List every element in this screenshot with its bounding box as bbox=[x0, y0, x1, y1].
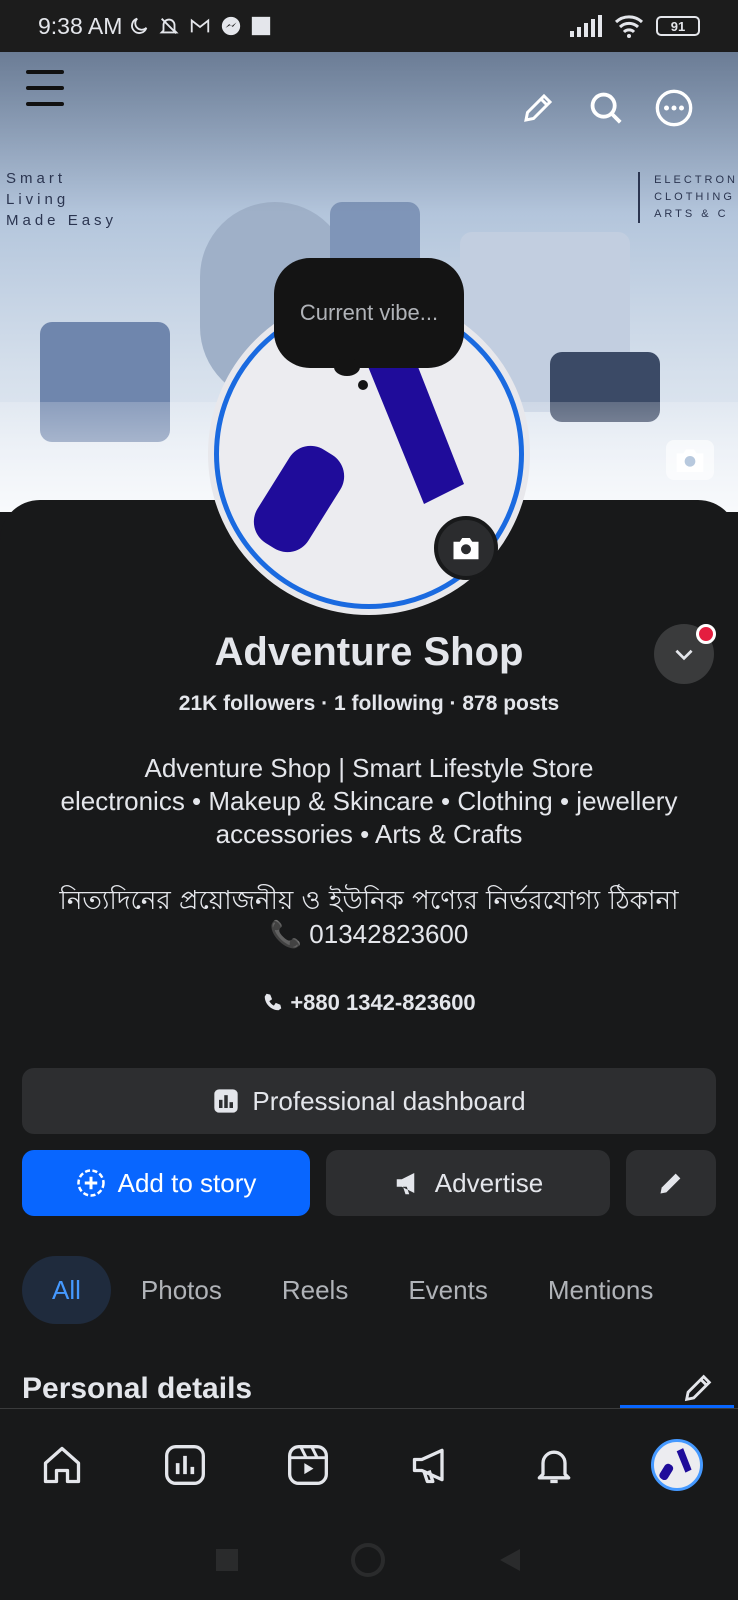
profile-stats: 21K followers · 1 following · 878 posts bbox=[178, 692, 560, 715]
reels-icon bbox=[287, 1444, 328, 1485]
avatar-camera-icon[interactable] bbox=[434, 516, 498, 580]
system-navigation bbox=[0, 1520, 738, 1600]
bio-line: নিত্যদিনের প্রয়োজনীয় ও ইউনিক পণ্যের নি… bbox=[59, 886, 679, 916]
cover-category-text: ELECTRON CLOTHING ARTS & C bbox=[638, 172, 738, 223]
tab-photos[interactable]: Photos bbox=[111, 1256, 252, 1324]
battery-indicator: 91 bbox=[656, 16, 700, 36]
notification-icons bbox=[128, 15, 272, 37]
cover-tagline: Smart Living Made Easy bbox=[6, 170, 118, 229]
bio: Adventure Shop | Smart Lifestyle Store e… bbox=[20, 752, 718, 951]
following-count[interactable]: 1 following bbox=[334, 692, 444, 715]
mute-bell-icon bbox=[159, 18, 179, 34]
pencil-icon bbox=[660, 1173, 681, 1194]
page-name: Adventure Shop bbox=[214, 630, 524, 674]
status-bar: 9:38 AM 91 bbox=[0, 0, 738, 52]
note-bubble[interactable]: Current vibe... bbox=[274, 258, 464, 368]
profile-avatar-icon bbox=[650, 1438, 703, 1491]
back-icon[interactable] bbox=[498, 1547, 522, 1573]
nav-profile[interactable] bbox=[637, 1425, 717, 1505]
add-story-label: Add to story bbox=[117, 1167, 257, 1198]
nav-dashboard[interactable] bbox=[145, 1425, 225, 1505]
tab-all[interactable]: All bbox=[22, 1256, 111, 1324]
dashboard-icon bbox=[214, 1089, 239, 1113]
more-icon[interactable] bbox=[654, 88, 694, 128]
megaphone-icon bbox=[396, 1173, 415, 1195]
tab-mentions[interactable]: Mentions bbox=[518, 1256, 684, 1324]
professional-dashboard-button[interactable]: Professional dashboard bbox=[22, 1068, 716, 1134]
content-tabs: All Photos Reels Events Mentions bbox=[22, 1256, 683, 1324]
nav-notifications[interactable] bbox=[514, 1425, 594, 1505]
edit-icon[interactable] bbox=[518, 88, 558, 128]
posts-count: 878 posts bbox=[462, 692, 560, 715]
bio-line: 📞 01342823600 bbox=[269, 919, 469, 949]
home-button-icon[interactable] bbox=[350, 1543, 385, 1577]
dashboard-label: Professional dashboard bbox=[252, 1085, 526, 1116]
search-icon[interactable] bbox=[586, 88, 626, 128]
edit-profile-button[interactable] bbox=[626, 1150, 716, 1216]
nav-reels[interactable] bbox=[268, 1425, 348, 1505]
tab-reels[interactable]: Reels bbox=[252, 1256, 378, 1324]
advertise-button[interactable]: Advertise bbox=[326, 1150, 610, 1216]
bio-line: electronics • Makeup & Skincare • Clothi… bbox=[60, 786, 678, 849]
image-icon bbox=[252, 16, 271, 36]
messenger-icon bbox=[222, 16, 241, 36]
menu-icon[interactable] bbox=[26, 70, 64, 106]
edit-details-icon[interactable] bbox=[678, 1368, 718, 1408]
add-to-story-button[interactable]: Add to story bbox=[22, 1150, 310, 1216]
advertise-label: Advertise bbox=[434, 1167, 544, 1198]
add-story-icon bbox=[76, 1169, 105, 1197]
home-icon bbox=[43, 1446, 80, 1483]
tab-events[interactable]: Events bbox=[378, 1256, 518, 1324]
system-status: 91 bbox=[570, 14, 700, 38]
notification-dot bbox=[696, 624, 716, 644]
gmail-icon bbox=[191, 18, 210, 33]
contact-phone[interactable]: +880 1342-823600 bbox=[0, 990, 738, 1016]
signal-icon bbox=[570, 15, 602, 37]
nav-ads[interactable] bbox=[391, 1425, 471, 1505]
dashboard-icon bbox=[164, 1444, 205, 1485]
nav-home[interactable] bbox=[22, 1425, 102, 1505]
moon-icon bbox=[131, 17, 148, 34]
section-title: Personal details bbox=[22, 1372, 253, 1405]
cover-camera-icon[interactable] bbox=[666, 440, 714, 480]
wifi-icon bbox=[614, 15, 644, 38]
megaphone-icon bbox=[412, 1448, 444, 1483]
note-bubble-text: Current vibe... bbox=[299, 300, 439, 325]
bottom-nav bbox=[0, 1408, 738, 1520]
followers-count[interactable]: 21K followers bbox=[179, 692, 316, 715]
bell-icon bbox=[537, 1450, 570, 1483]
status-time: 9:38 AM bbox=[38, 12, 123, 39]
chevron-down-icon bbox=[675, 649, 693, 661]
bio-line: Adventure Shop | Smart Lifestyle Store bbox=[144, 753, 594, 783]
recent-apps-icon[interactable] bbox=[216, 1549, 239, 1571]
phone-icon bbox=[265, 993, 282, 1011]
